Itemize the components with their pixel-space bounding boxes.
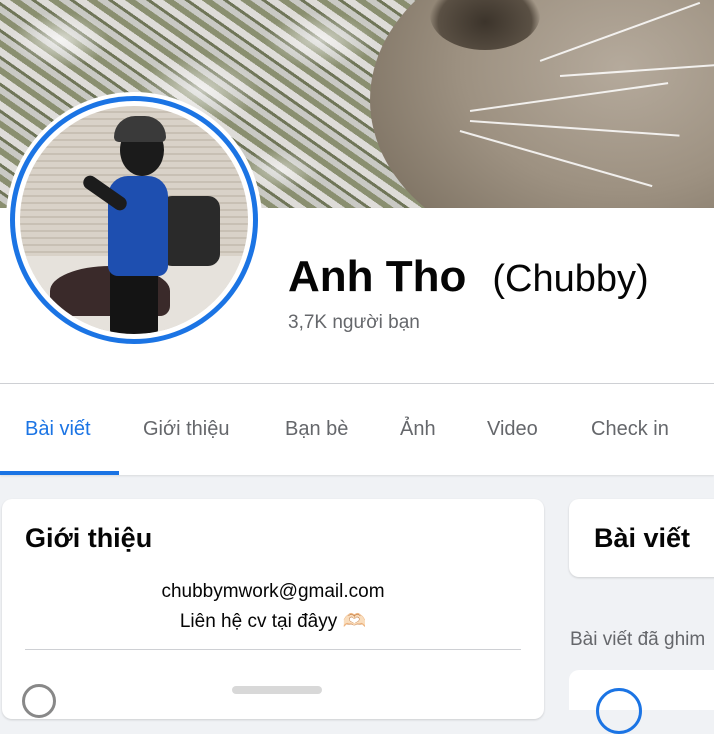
info-icon [22, 684, 56, 718]
tab-check-in[interactable]: Check in [591, 418, 669, 441]
profile-name-main: Anh Tho [288, 252, 467, 301]
tab-posts[interactable]: Bài viết [25, 418, 91, 441]
friends-count[interactable]: 3,7K người bạn [288, 312, 420, 334]
header-divider [0, 383, 714, 384]
avatar-shirt [108, 176, 168, 276]
avatar-legs [110, 266, 158, 334]
tab-about[interactable]: Giới thiệu [143, 418, 229, 441]
bio-contact: Liên hệ cv tại đâyy 🫶🏻 [179, 611, 367, 632]
avatar-backpack [160, 196, 220, 266]
avatar[interactable] [20, 106, 248, 334]
avatar-helmet [114, 116, 166, 142]
profile-alternate-name: (Chubby) [492, 258, 649, 300]
cover-cat-image [370, 0, 714, 208]
posts-title: Bài viết [594, 523, 691, 553]
pinned-posts-label: Bài viết đã ghim [570, 629, 706, 650]
bio-email: chubbymwork@gmail.com [161, 581, 385, 602]
intro-divider [25, 649, 521, 650]
profile-name: Anh Tho (Chubby) [288, 252, 649, 302]
intro-title: Giới thiệu [25, 523, 153, 553]
active-tab-indicator [0, 471, 119, 475]
pinned-post-card[interactable] [569, 670, 714, 710]
intro-card: Giới thiệu chubbymwork@gmail.com Liên hệ… [2, 499, 544, 719]
tab-videos[interactable]: Video [487, 418, 538, 441]
tab-photos[interactable]: Ảnh [400, 418, 436, 441]
posts-card: Bài viết [569, 499, 714, 577]
pinned-post-avatar[interactable] [596, 688, 642, 734]
tab-friends[interactable]: Bạn bè [285, 418, 348, 441]
